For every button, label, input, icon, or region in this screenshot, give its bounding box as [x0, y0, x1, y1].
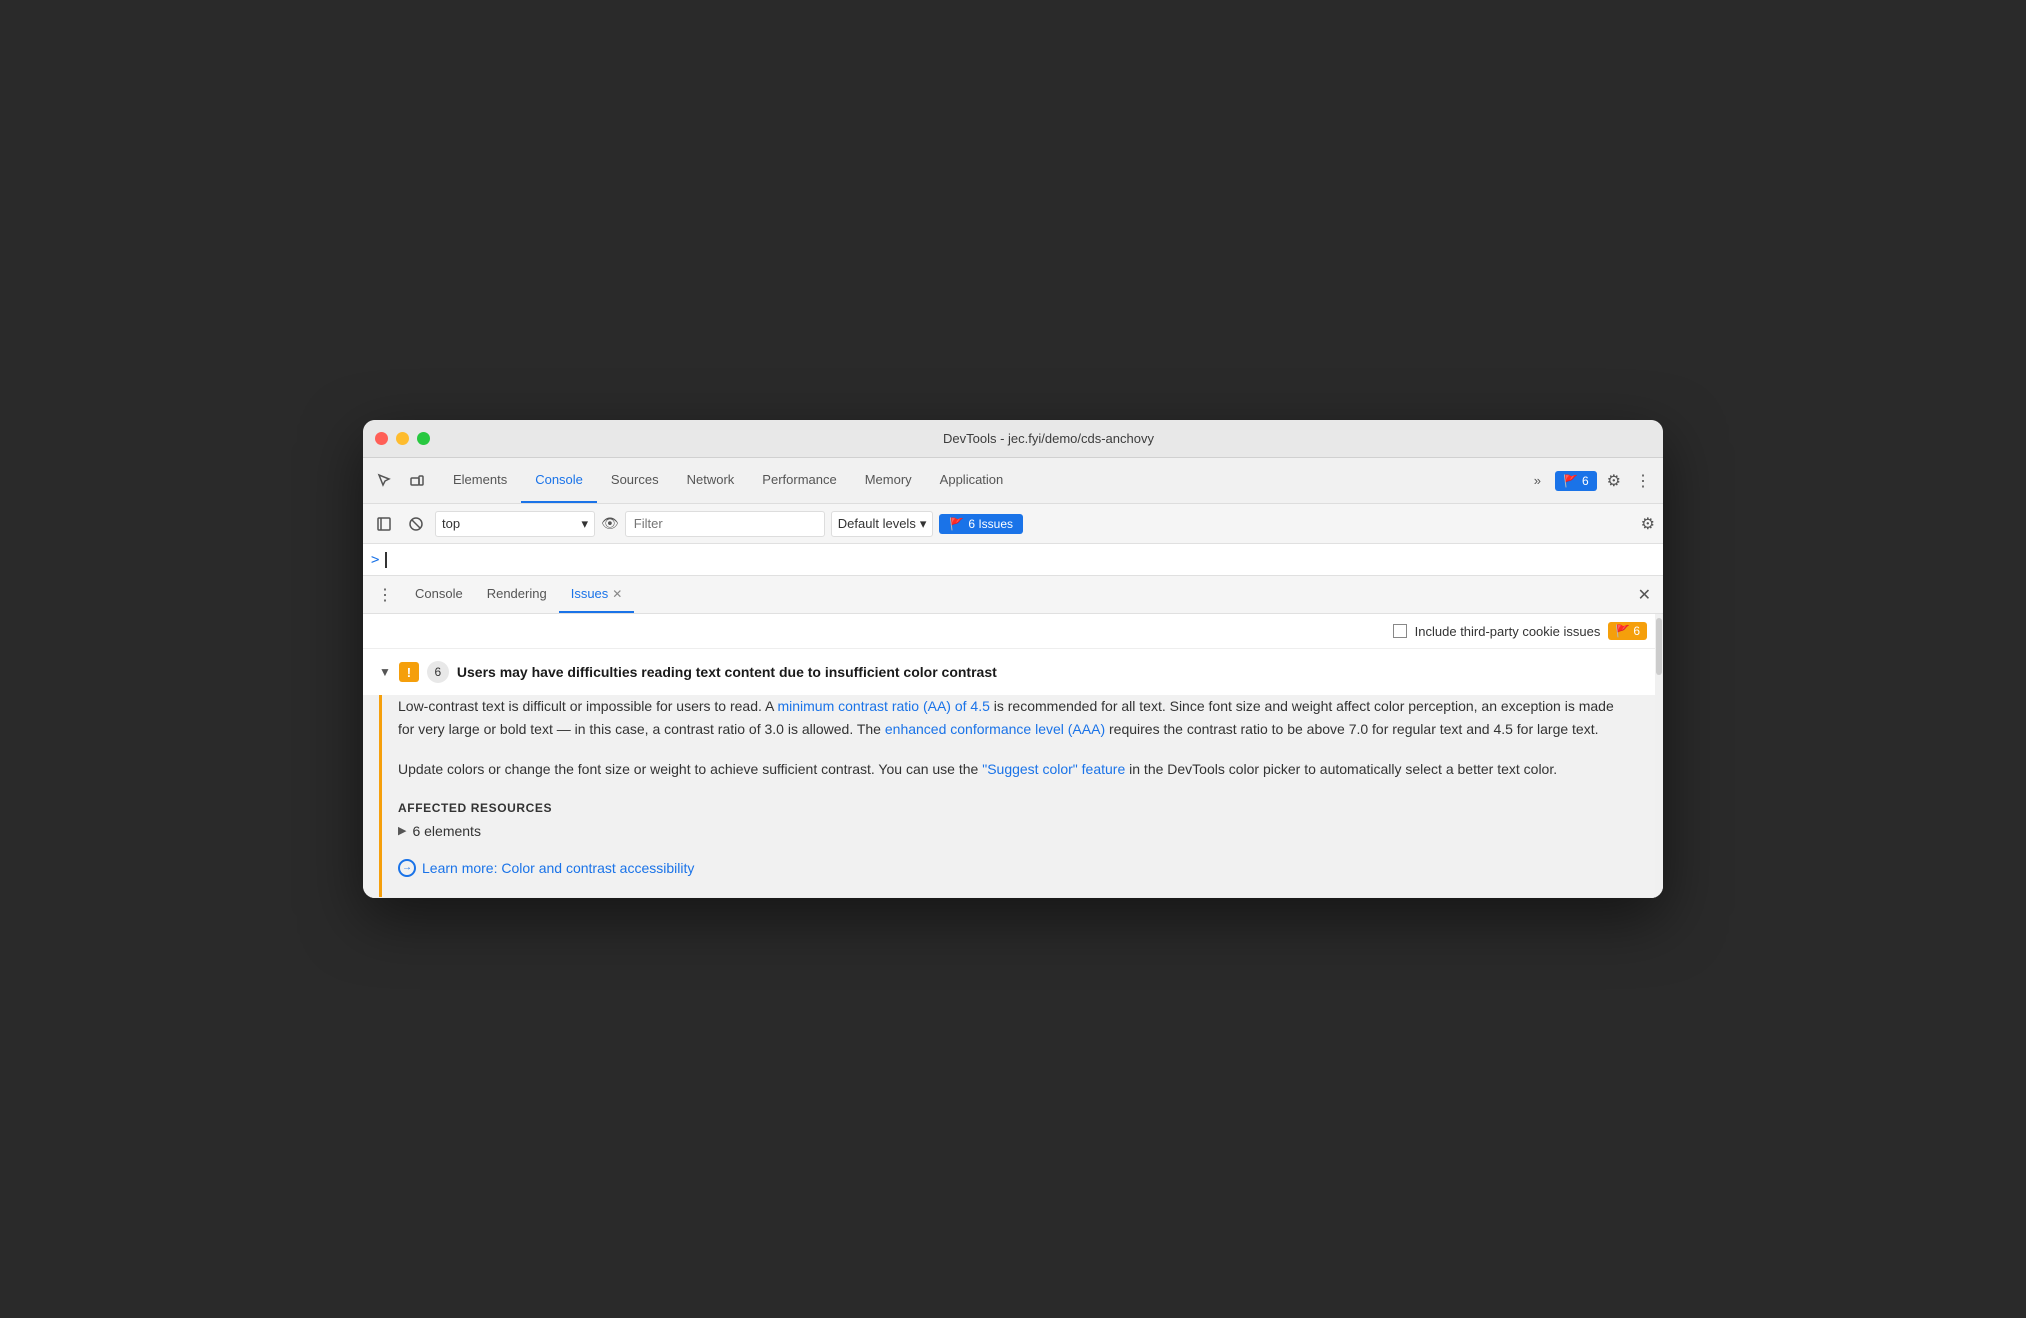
close-button[interactable]	[375, 432, 388, 445]
levels-selector[interactable]: Default levels ▾	[831, 511, 934, 537]
tab-application[interactable]: Application	[926, 458, 1018, 503]
issue-group-contrast: ▼ ! 6 Users may have difficulties readin…	[363, 649, 1663, 897]
warning-flag-icon: 🚩	[1615, 624, 1630, 638]
console-cursor	[385, 552, 387, 568]
toolbar-issues-flag-icon: 🚩	[949, 517, 964, 531]
disclosure-arrow-icon: ▶	[398, 824, 406, 837]
minimize-button[interactable]	[396, 432, 409, 445]
issue-title: Users may have difficulties reading text…	[457, 664, 997, 680]
issue-content: Low-contrast text is difficult or imposs…	[379, 695, 1647, 896]
tab-memory[interactable]: Memory	[851, 458, 926, 503]
clear-console-icon[interactable]	[403, 511, 429, 537]
context-arrow-icon: ▾	[581, 516, 588, 532]
third-party-label: Include third-party cookie issues	[1415, 624, 1601, 639]
close-issues-tab-icon[interactable]: ✕	[612, 587, 622, 601]
third-party-row: Include third-party cookie issues 🚩 6	[363, 614, 1663, 649]
issue-count-badge: 6	[427, 661, 449, 683]
title-bar: DevTools - jec.fyi/demo/cds-anchovy	[363, 420, 1663, 458]
tab-network[interactable]: Network	[673, 458, 749, 503]
console-prompt: >	[371, 552, 379, 568]
sub-tabs-bar: ⋮ Console Rendering Issues ✕ ✕	[363, 576, 1663, 614]
side-scrollbar[interactable]	[1655, 614, 1663, 897]
more-tabs-button[interactable]: »	[1526, 473, 1549, 488]
nav-icons	[371, 467, 431, 495]
window-title: DevTools - jec.fyi/demo/cds-anchovy	[446, 431, 1651, 446]
toolbar-settings-icon[interactable]: ⚙	[1641, 514, 1655, 534]
issue-header[interactable]: ▼ ! 6 Users may have difficulties readin…	[363, 649, 1663, 695]
top-nav-bar: Elements Console Sources Network Perform…	[363, 458, 1663, 504]
sub-tab-rendering[interactable]: Rendering	[475, 576, 559, 613]
link-suggest-color[interactable]: "Suggest color" feature	[982, 761, 1125, 777]
scroll-thumb	[1656, 618, 1662, 675]
nav-tabs: Elements Console Sources Network Perform…	[439, 458, 1526, 503]
sub-tab-issues[interactable]: Issues ✕	[559, 576, 635, 613]
learn-more-link[interactable]: → Learn more: Color and contrast accessi…	[398, 859, 1631, 877]
sidebar-toggle-icon[interactable]	[371, 511, 397, 537]
issue-description: Low-contrast text is difficult or imposs…	[398, 695, 1631, 741]
filter-input[interactable]	[625, 511, 825, 537]
tab-elements[interactable]: Elements	[439, 458, 521, 503]
toolbar-issues-badge[interactable]: 🚩 6 Issues	[939, 514, 1023, 534]
link-contrast-aa[interactable]: minimum contrast ratio (AA) of 4.5	[777, 698, 989, 714]
console-input-area[interactable]: >	[363, 544, 1663, 576]
learn-more-circle-icon: →	[398, 859, 416, 877]
affected-resources-label: AFFECTED RESOURCES	[398, 801, 1631, 815]
elements-disclosure[interactable]: ▶ 6 elements	[398, 823, 1631, 839]
levels-arrow-icon: ▾	[920, 516, 927, 532]
sub-tabs-right: ✕	[1634, 581, 1655, 609]
tab-performance[interactable]: Performance	[748, 458, 850, 503]
device-toggle-icon[interactable]	[403, 467, 431, 495]
third-party-checkbox[interactable]	[1393, 624, 1407, 638]
sub-tab-menu-icon[interactable]: ⋮	[371, 585, 399, 605]
devtools-panel: Elements Console Sources Network Perform…	[363, 458, 1663, 897]
nav-right-controls: » 🚩 6 ⚙ ⋮	[1526, 467, 1655, 495]
close-panel-button[interactable]: ✕	[1634, 581, 1655, 609]
tab-console[interactable]: Console	[521, 458, 597, 503]
link-conformance-aaa[interactable]: enhanced conformance level (AAA)	[885, 721, 1105, 737]
traffic-lights	[375, 432, 430, 445]
devtools-window: DevTools - jec.fyi/demo/cds-anchovy	[363, 420, 1663, 897]
context-selector[interactable]: top ▾	[435, 511, 595, 537]
settings-icon[interactable]: ⚙	[1603, 467, 1625, 495]
expand-arrow-icon: ▼	[379, 665, 391, 679]
inspect-icon[interactable]	[371, 467, 399, 495]
issues-panel: Include third-party cookie issues 🚩 6 ▼ …	[363, 614, 1663, 897]
issue-warning-icon: !	[399, 662, 419, 682]
tab-sources[interactable]: Sources	[597, 458, 673, 503]
sub-tab-console[interactable]: Console	[403, 576, 475, 613]
third-party-badge: 🚩 6	[1608, 622, 1647, 640]
nav-issues-badge[interactable]: 🚩 6	[1555, 471, 1597, 491]
maximize-button[interactable]	[417, 432, 430, 445]
more-options-icon[interactable]: ⋮	[1631, 467, 1655, 495]
eye-icon[interactable]: 👁	[601, 515, 619, 532]
issues-flag-icon: 🚩	[1563, 474, 1578, 488]
console-toolbar: top ▾ 👁 Default levels ▾ 🚩 6 Issues ⚙	[363, 504, 1663, 544]
issue-update-text: Update colors or change the font size or…	[398, 758, 1631, 781]
